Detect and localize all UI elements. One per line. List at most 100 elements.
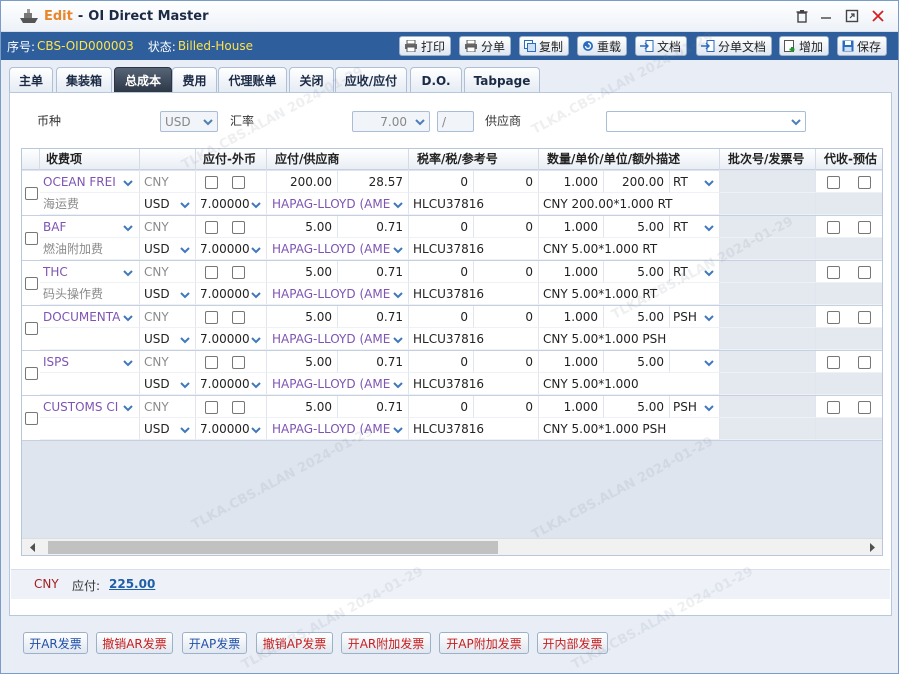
currency-select[interactable]: USD	[160, 111, 218, 132]
unit-select[interactable]: RT	[670, 171, 720, 193]
reference-field[interactable]: HLCU37816	[409, 328, 539, 350]
chevron-down-icon[interactable]	[702, 355, 716, 369]
invoice-number-field[interactable]	[720, 283, 816, 305]
unit-price-field[interactable]: 5.00	[604, 216, 670, 238]
fx-checkboxes[interactable]	[196, 261, 267, 283]
chevron-down-icon[interactable]	[249, 287, 263, 301]
fx-currency-select[interactable]: USD	[140, 193, 196, 215]
amount-field[interactable]: 200.00	[267, 171, 338, 193]
exchange-rate-select[interactable]: 7.00000	[196, 328, 267, 350]
tax-rate-field[interactable]: 0	[409, 396, 474, 418]
chevron-down-icon[interactable]	[391, 332, 405, 346]
amount-field[interactable]: 5.00	[267, 396, 338, 418]
quantity-field[interactable]: 1.000	[539, 351, 604, 373]
chevron-down-icon[interactable]	[121, 265, 135, 279]
print-button[interactable]: 打印	[399, 36, 452, 56]
cancel-ap-invoice-button[interactable]: 撤销AP发票	[256, 632, 333, 654]
batch-number-field[interactable]	[720, 171, 816, 193]
chevron-down-icon[interactable]	[178, 242, 192, 256]
copy-button[interactable]: 复制	[519, 36, 570, 56]
fx-checkbox[interactable]	[232, 176, 245, 189]
quantity-field[interactable]: 1.000	[539, 171, 604, 193]
row-select-checkbox[interactable]	[25, 322, 38, 335]
open-internal-invoice-button[interactable]: 开内部发票	[537, 632, 608, 654]
unit-price-field[interactable]: 5.00	[604, 351, 670, 373]
invoice-number-field[interactable]	[720, 238, 816, 260]
exchange-rate-select[interactable]: 7.00000	[196, 193, 267, 215]
amount-fx-field[interactable]: 28.57	[338, 171, 409, 193]
fx-checkboxes[interactable]	[196, 171, 267, 193]
vendor-select[interactable]: HAPAG-LLOYD (AME	[267, 193, 409, 215]
chevron-down-icon[interactable]	[121, 355, 135, 369]
amount-fx-field[interactable]: 0.71	[338, 306, 409, 328]
tax-field[interactable]: 0	[474, 216, 539, 238]
reference-field[interactable]: HLCU37816	[409, 283, 539, 305]
maximize-icon[interactable]	[843, 7, 861, 25]
rate-select[interactable]: 7.00	[352, 111, 430, 132]
reference-field[interactable]: HLCU37816	[409, 373, 539, 395]
estimate-checkbox[interactable]	[858, 176, 871, 189]
fx-checkbox[interactable]	[205, 401, 218, 414]
batch-number-field[interactable]	[720, 306, 816, 328]
amount-fx-field[interactable]: 0.71	[338, 396, 409, 418]
amount-field[interactable]: 5.00	[267, 306, 338, 328]
unit-select[interactable]: PSH	[670, 396, 720, 418]
charge-code-select[interactable]: DOCUMENTA	[40, 306, 140, 328]
tab-ar-ap[interactable]: 应收/应付	[335, 67, 407, 93]
chevron-down-icon[interactable]	[178, 377, 192, 391]
invoice-number-field[interactable]	[720, 418, 816, 440]
tab-tabpage[interactable]: Tabpage	[464, 67, 540, 93]
chevron-down-icon[interactable]	[178, 287, 192, 301]
description-field[interactable]: CNY 5.00*1.000	[539, 373, 720, 395]
charge-code-select[interactable]: ISPS	[40, 351, 140, 373]
tax-field[interactable]: 0	[474, 396, 539, 418]
estimate-checkbox[interactable]	[858, 266, 871, 279]
chevron-down-icon[interactable]	[702, 400, 716, 414]
vendor-select[interactable]: HAPAG-LLOYD (AME	[267, 238, 409, 260]
description-field[interactable]: CNY 5.00*1.000 RT	[539, 238, 720, 260]
exchange-rate-select[interactable]: 7.00000	[196, 418, 267, 440]
open-ap-extra-invoice-button[interactable]: 开AP附加发票	[439, 632, 529, 654]
fx-currency-select[interactable]: USD	[140, 418, 196, 440]
fx-checkbox[interactable]	[205, 176, 218, 189]
invoice-number-field[interactable]	[720, 373, 816, 395]
tax-rate-field[interactable]: 0	[409, 306, 474, 328]
tax-field[interactable]: 0	[474, 171, 539, 193]
tax-rate-field[interactable]: 0	[409, 351, 474, 373]
tax-field[interactable]: 0	[474, 306, 539, 328]
collect-checkboxes[interactable]	[816, 396, 882, 418]
fx-checkboxes[interactable]	[196, 351, 267, 373]
currency-cell[interactable]: CNY	[140, 216, 196, 238]
description-field[interactable]: CNY 5.00*1.000 PSH	[539, 418, 720, 440]
description-field[interactable]: CNY 200.00*1.000 RT	[539, 193, 720, 215]
quantity-field[interactable]: 1.000	[539, 216, 604, 238]
chevron-down-icon[interactable]	[178, 197, 192, 211]
amount-field[interactable]: 5.00	[267, 351, 338, 373]
estimate-checkbox[interactable]	[858, 221, 871, 234]
fx-currency-select[interactable]: USD	[140, 373, 196, 395]
row-select-checkbox[interactable]	[25, 367, 38, 380]
add-button[interactable]: 增加	[779, 36, 830, 56]
chevron-down-icon[interactable]	[121, 310, 135, 324]
row-select-checkbox[interactable]	[25, 232, 38, 245]
reload-button[interactable]: 重载	[577, 36, 628, 56]
fx-checkbox[interactable]	[232, 221, 245, 234]
vendor-select[interactable]: HAPAG-LLOYD (AME	[267, 373, 409, 395]
chevron-down-icon[interactable]	[178, 422, 192, 436]
open-ar-extra-invoice-button[interactable]: 开AR附加发票	[341, 632, 431, 654]
chevron-down-icon[interactable]	[702, 265, 716, 279]
scrollbar-thumb[interactable]	[48, 541, 498, 554]
collect-checkbox[interactable]	[827, 311, 840, 324]
unit-price-field[interactable]: 5.00	[604, 306, 670, 328]
chevron-down-icon[interactable]	[702, 175, 716, 189]
vendor-select[interactable]: HAPAG-LLOYD (AME	[267, 283, 409, 305]
batch-number-field[interactable]	[720, 261, 816, 283]
amount-fx-field[interactable]: 0.71	[338, 351, 409, 373]
collect-checkboxes[interactable]	[816, 216, 882, 238]
amount-fx-field[interactable]: 0.71	[338, 261, 409, 283]
batch-number-field[interactable]	[720, 396, 816, 418]
row-select-checkbox[interactable]	[25, 277, 38, 290]
currency-cell[interactable]: CNY	[140, 261, 196, 283]
chevron-down-icon[interactable]	[391, 242, 405, 256]
collect-checkbox[interactable]	[827, 176, 840, 189]
